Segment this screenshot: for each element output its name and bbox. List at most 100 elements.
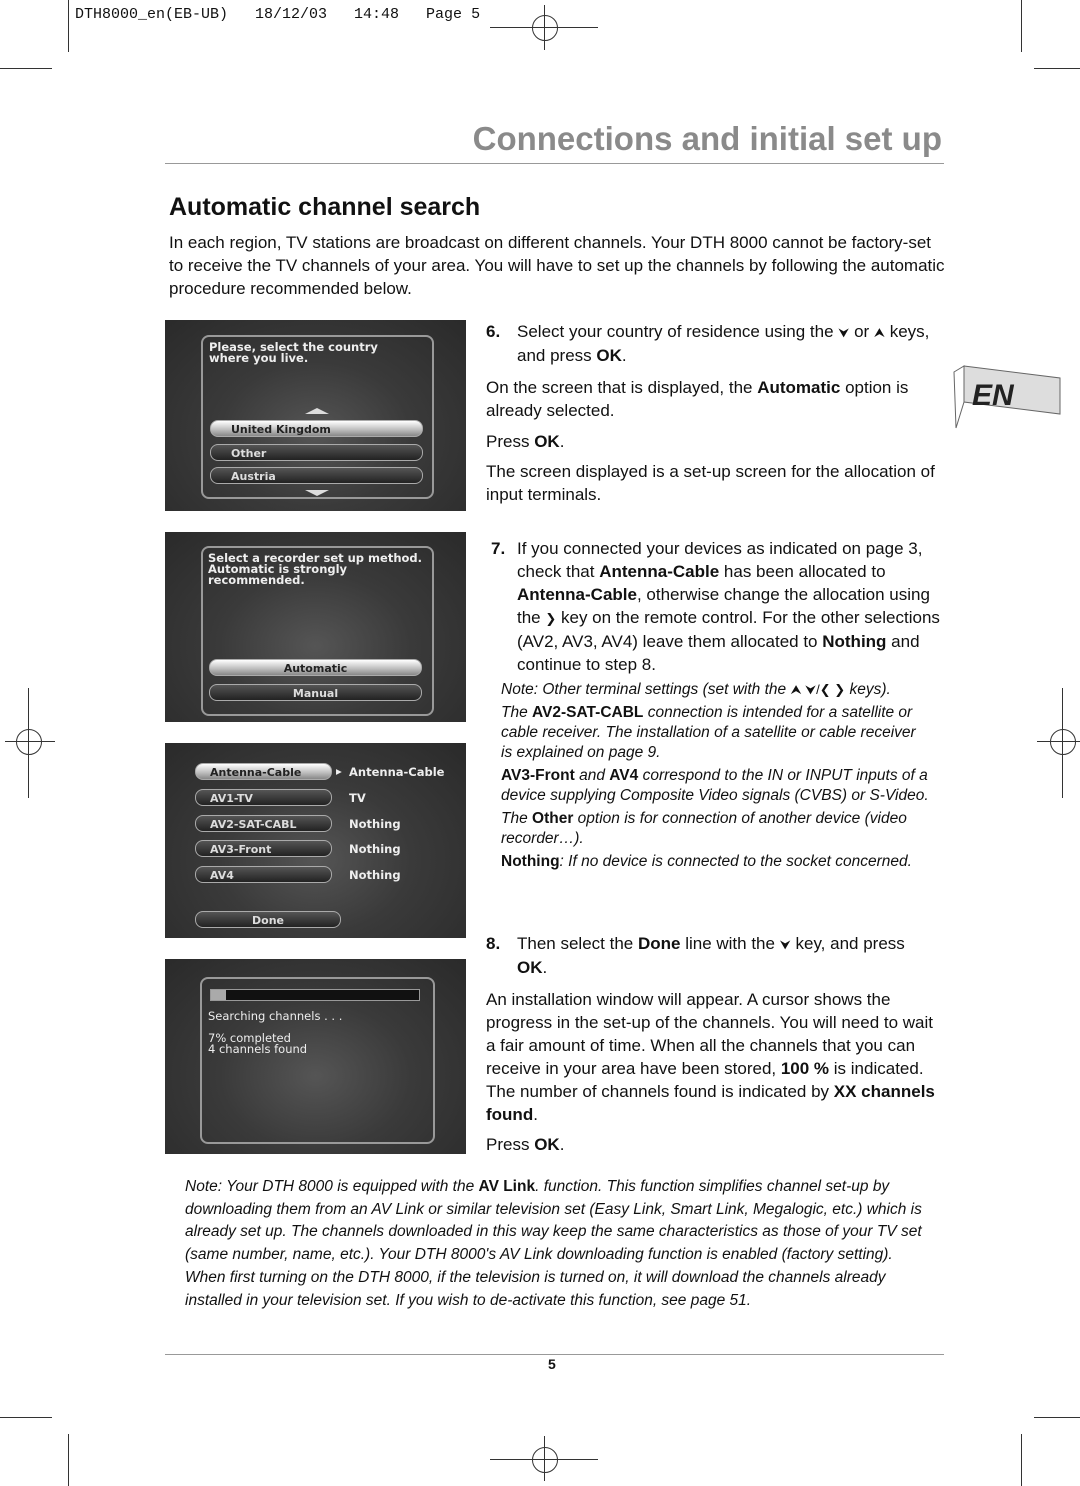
input-av4[interactable]: AV4 xyxy=(195,866,332,883)
text-run: On the screen that is displayed, the xyxy=(486,378,758,397)
text-run: . xyxy=(559,432,565,451)
manual-page: DTH8000_en(EB-UB) 18/12/03 14:48 Page 5 … xyxy=(0,0,1080,1486)
allocation-value: TV xyxy=(349,791,366,805)
remote-key-icon: ⮟ xyxy=(838,325,850,340)
text-run: and xyxy=(574,767,610,784)
allocation-value: Nothing xyxy=(349,842,401,856)
remote-key-icon: ⮝ ⮟/❮ ❯ xyxy=(790,682,846,697)
allocation-value: Antenna-Cable xyxy=(349,765,445,779)
step-8-text: Then select the Done line with the ⮟ key… xyxy=(486,932,917,979)
input-av3[interactable]: AV3-Front xyxy=(195,840,332,857)
bold-term: Antenna-Cable xyxy=(599,562,720,581)
step-7-text: If you connected your devices as indicat… xyxy=(491,537,942,676)
text-run: or xyxy=(849,322,874,341)
channels-found: 4 channels found xyxy=(208,1042,308,1056)
section-title: Automatic channel search xyxy=(169,193,481,221)
step-7-note: Nothing: If no device is connected to th… xyxy=(501,852,931,872)
text-run: keys). xyxy=(845,681,891,698)
bold-term: OK xyxy=(596,346,622,365)
text-run: The xyxy=(501,810,533,827)
search-progress-bar xyxy=(210,989,420,1001)
crop-mark xyxy=(0,68,52,69)
option-austria[interactable]: Austria xyxy=(210,467,423,484)
bold-term: 100 % xyxy=(780,1059,830,1078)
search-status: Searching channels . . . xyxy=(208,1009,343,1023)
language-badge-en: EN xyxy=(953,365,1061,429)
crop-mark xyxy=(68,0,69,52)
screen-prompt: Select a recorder set up method. Automat… xyxy=(208,551,423,587)
step-8: 8. Then select the Done line with the ⮟ … xyxy=(486,932,946,1156)
step-6-press-ok: Press OK. xyxy=(486,430,946,453)
page-number: 5 xyxy=(548,1356,556,1372)
bold-term: OK xyxy=(534,1135,560,1154)
bold-term: OK xyxy=(517,958,543,977)
text-run: key, and press xyxy=(790,934,905,953)
step-7-note: The AV2-SAT-CABL connection is intended … xyxy=(501,703,931,763)
text-run: Note: Your DTH 8000 is equipped with the xyxy=(185,1178,479,1195)
bold-term: Other xyxy=(532,810,574,827)
av-link-note: Note: Your DTH 8000 is equipped with the… xyxy=(185,1176,935,1312)
bold-term: AV3-Front xyxy=(501,767,575,784)
bold-term: AV2-SAT-CABL xyxy=(532,704,644,721)
scroll-down-icon xyxy=(305,490,329,496)
bold-term: Done xyxy=(637,934,681,953)
option-automatic[interactable]: Automatic xyxy=(209,659,422,676)
bold-term: AV Link xyxy=(478,1178,536,1195)
input-antenna-cable[interactable]: Antenna-Cable xyxy=(195,763,332,780)
crop-mark xyxy=(0,1417,52,1418)
bold-term: AV4 xyxy=(609,767,639,784)
step-6: 6. Select your country of residence usin… xyxy=(486,320,946,506)
text-run: . function. This function simplifies cha… xyxy=(185,1178,922,1309)
screen-prompt: Please, select the country where you liv… xyxy=(209,340,378,365)
country-select-screen: Please, select the country where you liv… xyxy=(165,320,466,511)
channel-search-screen: Searching channels . . . 7% completed 4 … xyxy=(165,959,466,1154)
bold-term: OK xyxy=(534,432,560,451)
input-allocation-screen: Antenna-Cable ▸ Antenna-Cable AV1-TV TV … xyxy=(165,743,466,938)
done-button[interactable]: Done xyxy=(195,911,341,928)
step-8-detail: An installation window will appear. A cu… xyxy=(486,988,946,1126)
input-av2[interactable]: AV2-SAT-CABL xyxy=(195,815,332,832)
option-united-kingdom[interactable]: United Kingdom xyxy=(210,420,423,437)
intro-paragraph: In each region, TV stations are broadcas… xyxy=(169,233,945,298)
remote-key-icon: ⮝ xyxy=(873,325,885,340)
text-run: Then select the xyxy=(517,934,638,953)
text-run: Note: Other terminal settings (set with … xyxy=(501,681,791,698)
bold-term: Nothing xyxy=(822,632,887,651)
step-7: 7. If you connected your devices as indi… xyxy=(491,537,946,872)
text-run: Press xyxy=(486,1135,535,1154)
text-run: . xyxy=(533,1105,538,1124)
crop-mark xyxy=(1034,1417,1080,1418)
text-run: Press xyxy=(486,432,535,451)
step-6-result: The screen displayed is a set-up screen … xyxy=(486,460,946,506)
text-run: : If no device is connected to the socke… xyxy=(559,853,912,870)
step-6-detail: On the screen that is displayed, the Aut… xyxy=(486,376,941,422)
selector-arrow-icon: ▸ xyxy=(336,764,342,778)
bold-term: Automatic xyxy=(757,378,841,397)
option-manual[interactable]: Manual xyxy=(209,684,422,701)
method-select-screen: Select a recorder set up method. Automat… xyxy=(165,532,466,722)
input-av1[interactable]: AV1-TV xyxy=(195,789,332,806)
text-run: . xyxy=(621,346,627,365)
text-run: The xyxy=(501,704,533,721)
crop-mark xyxy=(1021,0,1022,52)
step-7-note: Note: Other terminal settings (set with … xyxy=(501,680,931,700)
option-other[interactable]: Other xyxy=(210,444,423,461)
remote-key-icon: ⮟ xyxy=(779,937,791,952)
footer-divider xyxy=(165,1354,944,1355)
text-run: . xyxy=(542,958,548,977)
remote-key-icon: ❯ xyxy=(545,611,557,626)
allocation-value: Nothing xyxy=(349,817,401,831)
scroll-up-icon xyxy=(305,408,329,414)
step-6-text: Select your country of residence using t… xyxy=(486,320,946,367)
text-run: Select your country of residence using t… xyxy=(517,322,839,341)
step-8-press-ok: Press OK. xyxy=(486,1133,946,1156)
text-run: line with the xyxy=(680,934,780,953)
bold-term: Nothing xyxy=(501,853,560,870)
page-title: Connections and initial set up xyxy=(472,120,942,157)
text-run: The screen displayed is a set-up screen … xyxy=(486,462,935,504)
step-7-note: The Other option is for connection of an… xyxy=(501,809,931,849)
text-run: . xyxy=(559,1135,565,1154)
crop-mark xyxy=(1034,68,1080,69)
crop-mark xyxy=(68,1434,69,1486)
allocation-value: Nothing xyxy=(349,868,401,882)
